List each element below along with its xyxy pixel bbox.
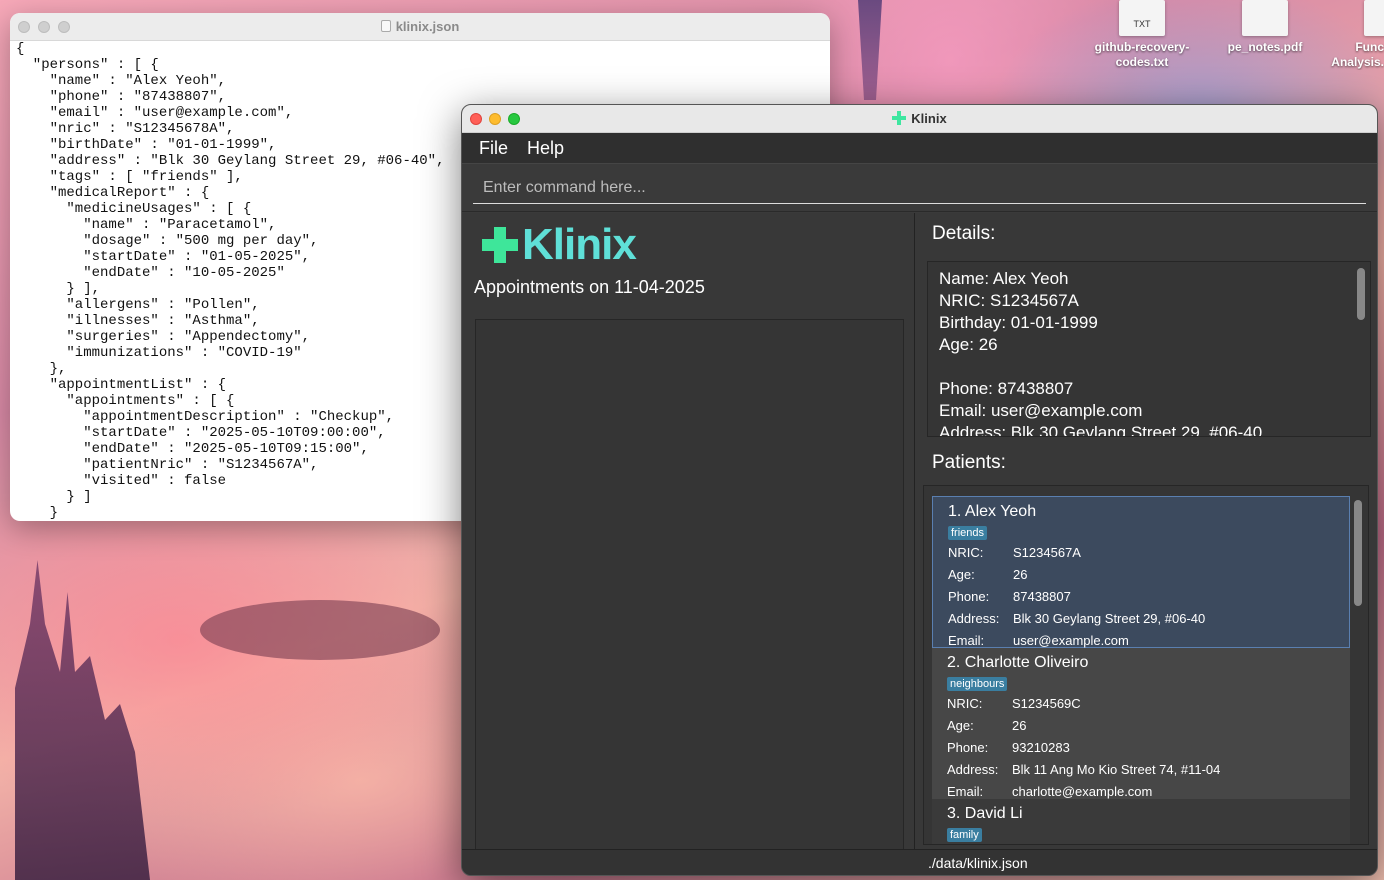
menu-help[interactable]: Help [527,138,564,159]
tag-badge: family [947,828,982,842]
patient-list: 1. Alex Yeoh friends NRIC: S1234567A Age:… [923,485,1369,845]
patient-address: Blk 11 Ang Mo Kio Street 74, #11-04 [1012,762,1221,777]
wallpaper-spire [858,0,882,100]
desktop-file-func-analysis[interactable]: Func Analysis. [1328,0,1384,70]
appointment-list[interactable] [475,319,904,861]
patient-card[interactable]: 2. Charlotte Oliveiro neighbours NRIC: S1… [932,648,1350,799]
wallpaper-castle [15,560,150,880]
detail-nric: NRIC: S1234567A [939,291,1079,310]
zoom-button[interactable] [508,113,520,125]
patient-name: 1. Alex Yeoh [948,503,1037,520]
menu-file[interactable]: File [479,138,508,159]
patient-nric: S1234569C [1012,696,1081,711]
desktop-file-label: pe_notes.pdf [1227,40,1303,54]
detail-name: Name: Alex Yeoh [939,269,1069,288]
menu-bar: File Help [462,133,1377,164]
window-title: Klinix [462,105,1377,133]
command-input[interactable] [473,172,1366,204]
klinix-cross-icon [482,227,518,263]
patient-phone: 87438807 [1013,589,1071,604]
status-bar: ./data/klinix.json [462,849,1377,875]
logo-text: Klinix [522,220,637,269]
detail-phone: Phone: 87438807 [939,379,1074,398]
details-label: Details: [932,223,996,244]
main-panel: Klinix Appointments on 11-04-2025 Detail… [462,213,1377,861]
command-box [462,164,1377,212]
detail-email: Email: user@example.com [939,401,1143,420]
patient-card[interactable]: 1. Alex Yeoh friends NRIC: S1234567A Age:… [932,496,1350,648]
klinix-logo: Klinix [482,220,637,269]
tag-badge: friends [948,526,988,540]
klinix-cross-icon [892,111,907,125]
document-icon [380,20,391,32]
patient-address: Blk 30 Geylang Street 29, #06-40 [1013,611,1206,626]
editor-titlebar: klinix.json [10,13,830,41]
detail-birthday: Birthday: 01-01-1999 [939,313,1098,332]
desktop-file-label: Func Analysis. [1331,40,1384,69]
detail-address: Address: Blk 30 Geylang Street 29, #06-4… [939,423,1263,437]
patient-age: 26 [1012,718,1027,733]
details-panel[interactable]: Name: Alex Yeoh NRIC: S1234567A Birthday… [927,261,1371,437]
zoom-button[interactable] [58,21,70,33]
klinix-window: Klinix File Help Klinix Appointments on … [461,104,1378,876]
details-scrollbar[interactable] [1357,268,1365,320]
patient-card[interactable]: 3. David Li family [932,799,1350,844]
patient-name: 3. David Li [947,805,1023,822]
minimize-button[interactable] [489,113,501,125]
close-button[interactable] [470,113,482,125]
detail-age: Age: 26 [939,335,998,354]
patient-age: 26 [1013,567,1028,582]
desktop-file-pe-notes[interactable]: pe_notes.pdf [1210,0,1320,55]
tag-badge: neighbours [947,677,1008,691]
appointments-heading: Appointments on 11-04-2025 [474,277,705,297]
appointments-pane: Klinix Appointments on 11-04-2025 [462,213,915,861]
patient-nric: S1234567A [1013,545,1081,560]
desktop-file-github-recovery-codes[interactable]: TXT github-recovery-codes.txt [1087,0,1197,70]
patient-list-scrollbar[interactable] [1354,500,1362,606]
minimize-button[interactable] [38,21,50,33]
document-file-icon [1364,0,1384,36]
desktop-file-label: github-recovery-codes.txt [1094,40,1190,69]
close-button[interactable] [18,21,30,33]
wallpaper-cloud [200,600,440,660]
editor-title: klinix.json [10,13,830,41]
pdf-file-icon [1242,0,1288,36]
txt-file-icon: TXT [1119,0,1165,36]
patient-pane: Details: Name: Alex Yeoh NRIC: S1234567A… [915,213,1377,849]
patient-name: 2. Charlotte Oliveiro [947,654,1089,671]
klinix-titlebar: Klinix [462,105,1377,133]
patients-label: Patients: [932,452,1006,473]
patient-phone: 93210283 [1012,740,1070,755]
